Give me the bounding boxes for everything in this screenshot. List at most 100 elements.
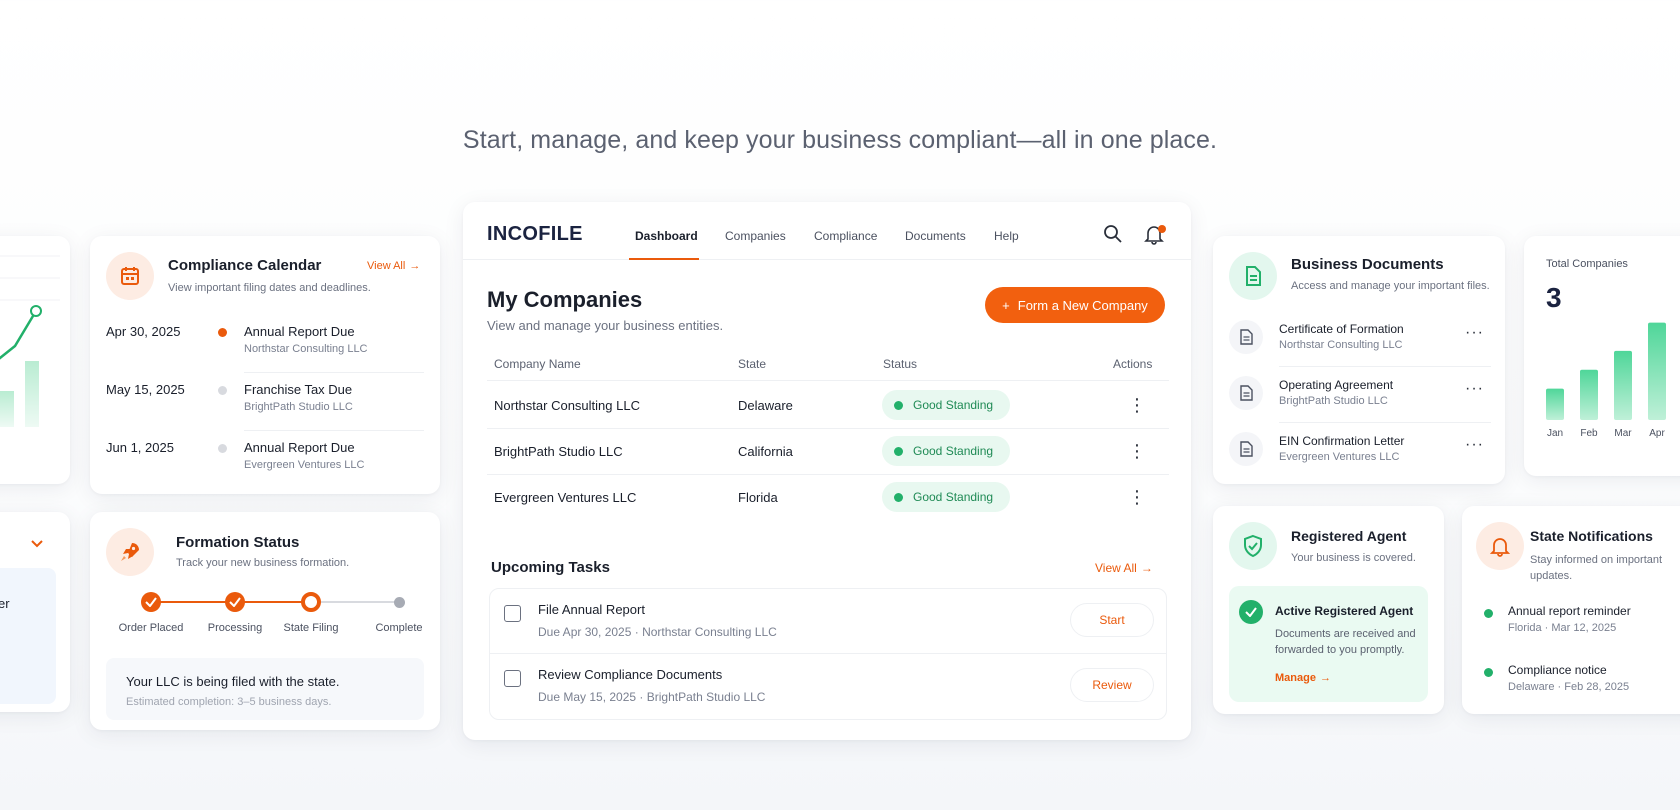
- task-checkbox[interactable]: [504, 670, 521, 687]
- calendar-date: May 15, 2025: [106, 382, 185, 397]
- calendar-subtitle: View important filing dates and deadline…: [168, 282, 371, 294]
- company-name: BrightPath Studio LLC: [494, 444, 623, 459]
- bell-icon: [1476, 522, 1524, 570]
- status-dot: [218, 386, 227, 395]
- calendar-item[interactable]: Jun 1, 2025 Annual Report Due Evergreen …: [106, 440, 426, 494]
- more-horizontal-icon[interactable]: ···: [1465, 436, 1484, 454]
- top-nav: INCOFILE Dashboard Companies Compliance …: [463, 202, 1191, 260]
- calendar-view-all-link[interactable]: View All →: [367, 260, 420, 272]
- more-vertical-icon[interactable]: ⋮: [1127, 441, 1147, 461]
- divider: [1279, 366, 1491, 367]
- nav-companies[interactable]: Companies: [725, 229, 786, 243]
- more-horizontal-icon[interactable]: ···: [1465, 324, 1484, 342]
- task-item: Review Compliance Documents Due May 15, …: [490, 654, 1166, 718]
- dashboard-window: INCOFILE Dashboard Companies Compliance …: [463, 202, 1191, 740]
- company-name: Northstar Consulting LLC: [494, 398, 640, 413]
- agent-status-text: Documents are received and forwarded to …: [1275, 628, 1416, 656]
- document-item[interactable]: Operating Agreement BrightPath Studio LL…: [1229, 374, 1491, 426]
- formation-message: Your LLC is being filed with the state.: [126, 674, 340, 689]
- status-dot: [1484, 609, 1493, 618]
- status-dot: [218, 444, 227, 453]
- nav-compliance[interactable]: Compliance: [814, 229, 877, 243]
- notification-title: Annual report reminder: [1508, 604, 1631, 618]
- nav-dashboard[interactable]: Dashboard: [635, 229, 698, 243]
- status-label: Good Standing: [913, 398, 994, 412]
- manage-label: Manage: [1275, 672, 1316, 684]
- partial-bar: [25, 361, 39, 427]
- status-label: Good Standing: [913, 490, 994, 504]
- step-label: Complete: [375, 622, 423, 634]
- agent-subtitle: Your business is covered.: [1291, 552, 1416, 564]
- partial-bar: [0, 391, 14, 427]
- bar-feb: [1580, 369, 1598, 420]
- manage-agent-link[interactable]: Manage →: [1275, 672, 1331, 684]
- table-row[interactable]: BrightPath Studio LLC California Good St…: [487, 428, 1169, 474]
- document-item[interactable]: Certificate of Formation Northstar Consu…: [1229, 318, 1491, 370]
- agent-status-title: Active Registered Agent: [1275, 604, 1414, 618]
- company-state: Florida: [738, 490, 778, 505]
- partial-line: [0, 310, 38, 360]
- column-header-company[interactable]: Company Name: [494, 357, 581, 371]
- calendar-date: Apr 30, 2025: [106, 324, 181, 339]
- calendar-item[interactable]: May 15, 2025 Franchise Tax Due BrightPat…: [106, 382, 426, 440]
- calendar-item[interactable]: Apr 30, 2025 Annual Report Due Northstar…: [106, 324, 426, 382]
- table-row[interactable]: Northstar Consulting LLC Delaware Good S…: [487, 382, 1169, 428]
- status-dot: [218, 328, 227, 337]
- state-notifications-card: State Notifications Stay informed on imp…: [1462, 506, 1680, 714]
- shield-check-icon: [1229, 522, 1277, 570]
- table-row[interactable]: Evergreen Ventures LLC Florida Good Stan…: [487, 474, 1169, 520]
- file-icon: [1229, 376, 1263, 410]
- tasks-view-all-link[interactable]: View All →: [1095, 561, 1153, 575]
- arrow-right-icon: →: [1140, 561, 1153, 575]
- formation-message-box: Your LLC is being filed with the state. …: [106, 658, 424, 720]
- pending-step-marker: [389, 592, 409, 612]
- document-name: Operating Agreement: [1279, 378, 1394, 392]
- document-company: BrightPath Studio LLC: [1279, 395, 1388, 407]
- document-name: Certificate of Formation: [1279, 322, 1404, 336]
- more-vertical-icon[interactable]: ⋮: [1127, 487, 1147, 507]
- x-tick-label: Apr: [1649, 428, 1665, 439]
- form-new-company-label: Form a New Company: [1017, 297, 1148, 313]
- logo[interactable]: INCOFILE: [487, 223, 583, 246]
- documents-title: Business Documents: [1291, 256, 1444, 273]
- notifications-subtitle: Stay informed on important updates.: [1530, 554, 1663, 582]
- search-icon[interactable]: [1103, 224, 1123, 249]
- task-checkbox[interactable]: [504, 605, 521, 622]
- start-button[interactable]: Start: [1070, 603, 1154, 637]
- status-badge: Good Standing: [882, 390, 1010, 420]
- document-item[interactable]: EIN Confirmation Letter Evergreen Ventur…: [1229, 430, 1491, 482]
- review-button[interactable]: Review: [1070, 668, 1154, 702]
- column-header-status[interactable]: Status: [883, 357, 917, 371]
- step-label: State Filing: [283, 622, 339, 634]
- more-vertical-icon[interactable]: ⋮: [1127, 395, 1147, 415]
- calendar-title: Compliance Calendar: [168, 257, 322, 274]
- rocket-icon: [106, 528, 154, 576]
- calendar-event: Annual Report Due: [244, 440, 355, 455]
- page-title: My Companies: [487, 287, 643, 312]
- notification-dot: [1158, 225, 1166, 233]
- nav-help[interactable]: Help: [994, 229, 1019, 243]
- divider: [244, 372, 424, 373]
- bar-apr: [1648, 322, 1666, 420]
- registered-agent-card: Registered Agent Your business is covere…: [1213, 506, 1444, 714]
- page-subtitle: View and manage your business entities.: [487, 318, 724, 333]
- form-new-company-button[interactable]: + Form a New Company: [985, 287, 1165, 323]
- column-header-state[interactable]: State: [738, 357, 766, 371]
- agent-status-box: Active Registered Agent Documents are re…: [1229, 586, 1428, 702]
- nav-documents[interactable]: Documents: [905, 229, 966, 243]
- partial-chart-card: [0, 236, 70, 484]
- step-state-filing: State Filing: [266, 592, 356, 634]
- calendar-company: Northstar Consulting LLC: [244, 343, 368, 355]
- bar-mar: [1614, 350, 1632, 420]
- active-nav-indicator: [629, 258, 699, 260]
- task-detail: Due Apr 30, 2025 · Northstar Consulting …: [538, 625, 777, 639]
- notifications-title: State Notifications: [1530, 528, 1653, 544]
- calendar-date: Jun 1, 2025: [106, 440, 174, 455]
- status-dot: [1484, 668, 1493, 677]
- notification-meta: Florida · Mar 12, 2025: [1508, 622, 1617, 634]
- more-horizontal-icon[interactable]: ···: [1465, 380, 1484, 398]
- formation-status-card: Formation Status Track your new business…: [90, 512, 440, 730]
- check-circle-icon: [1239, 600, 1263, 624]
- step-complete: Complete: [354, 592, 440, 634]
- chevron-down-icon[interactable]: [30, 536, 44, 554]
